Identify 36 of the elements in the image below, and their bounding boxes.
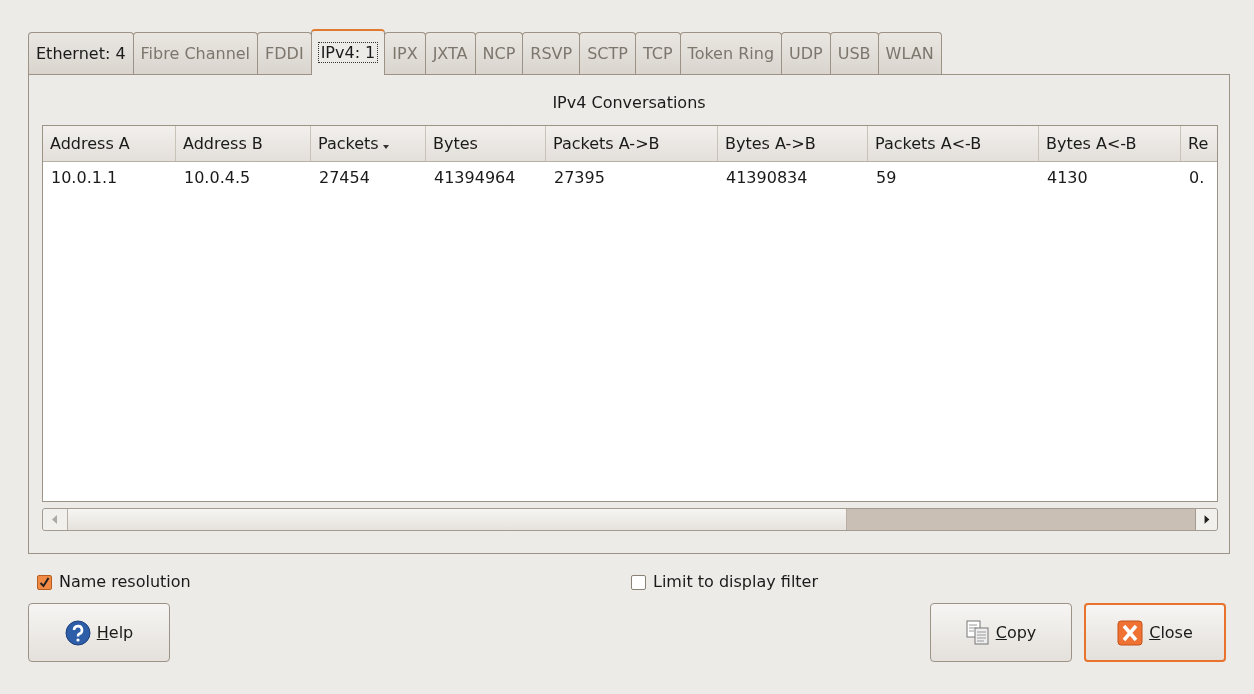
copy-button[interactable]: Copy: [930, 603, 1072, 662]
scroll-left-icon: [43, 509, 67, 530]
table-cell-text: 59: [875, 167, 898, 189]
column-header[interactable]: Bytes A<-B: [1039, 126, 1181, 161]
table-cell-text: 27395: [553, 167, 606, 189]
column-header[interactable]: Packets: [311, 126, 426, 161]
table-cell-text: 0.: [1188, 167, 1206, 189]
checkbox[interactable]: [631, 574, 646, 590]
table-cell-text: 41390834: [725, 167, 809, 189]
scroll-right-icon: [1195, 509, 1217, 530]
checkbox-label: Limit to display filter: [653, 571, 818, 593]
column-header[interactable]: Bytes A->B: [718, 126, 868, 161]
table-cell-text: 41394964: [433, 167, 517, 189]
column-header[interactable]: Re: [1181, 126, 1217, 161]
tab[interactable]: IPv4: 1: [310, 29, 386, 75]
checkbox-label: Name resolution: [59, 571, 191, 593]
panel-title: IPv4 Conversations: [551, 92, 707, 114]
sort-arrow-icon: [382, 143, 389, 150]
close-icon: [1117, 619, 1144, 646]
table-cell-text: 10.0.1.1: [50, 167, 119, 189]
column-header[interactable]: Packets A->B: [546, 126, 718, 161]
help-button[interactable]: Help: [28, 603, 170, 662]
column-header[interactable]: Bytes: [426, 126, 546, 161]
check-icon: [39, 576, 50, 588]
column-header[interactable]: Packets A<-B: [868, 126, 1039, 161]
copy-icon: [965, 619, 990, 646]
checkbox[interactable]: [37, 574, 52, 590]
tab[interactable]: Ethernet: 4: [28, 32, 134, 74]
table-cell-text: 10.0.4.5: [183, 167, 252, 189]
help-icon: [64, 619, 91, 646]
column-header[interactable]: Address A: [43, 126, 176, 161]
table-cell-text: 27454: [318, 167, 371, 189]
table-cell-text: 4130: [1046, 167, 1089, 189]
column-header[interactable]: Address B: [176, 126, 311, 161]
horizontal-scrollbar[interactable]: [42, 508, 1218, 531]
close-button[interactable]: Close: [1084, 603, 1226, 662]
